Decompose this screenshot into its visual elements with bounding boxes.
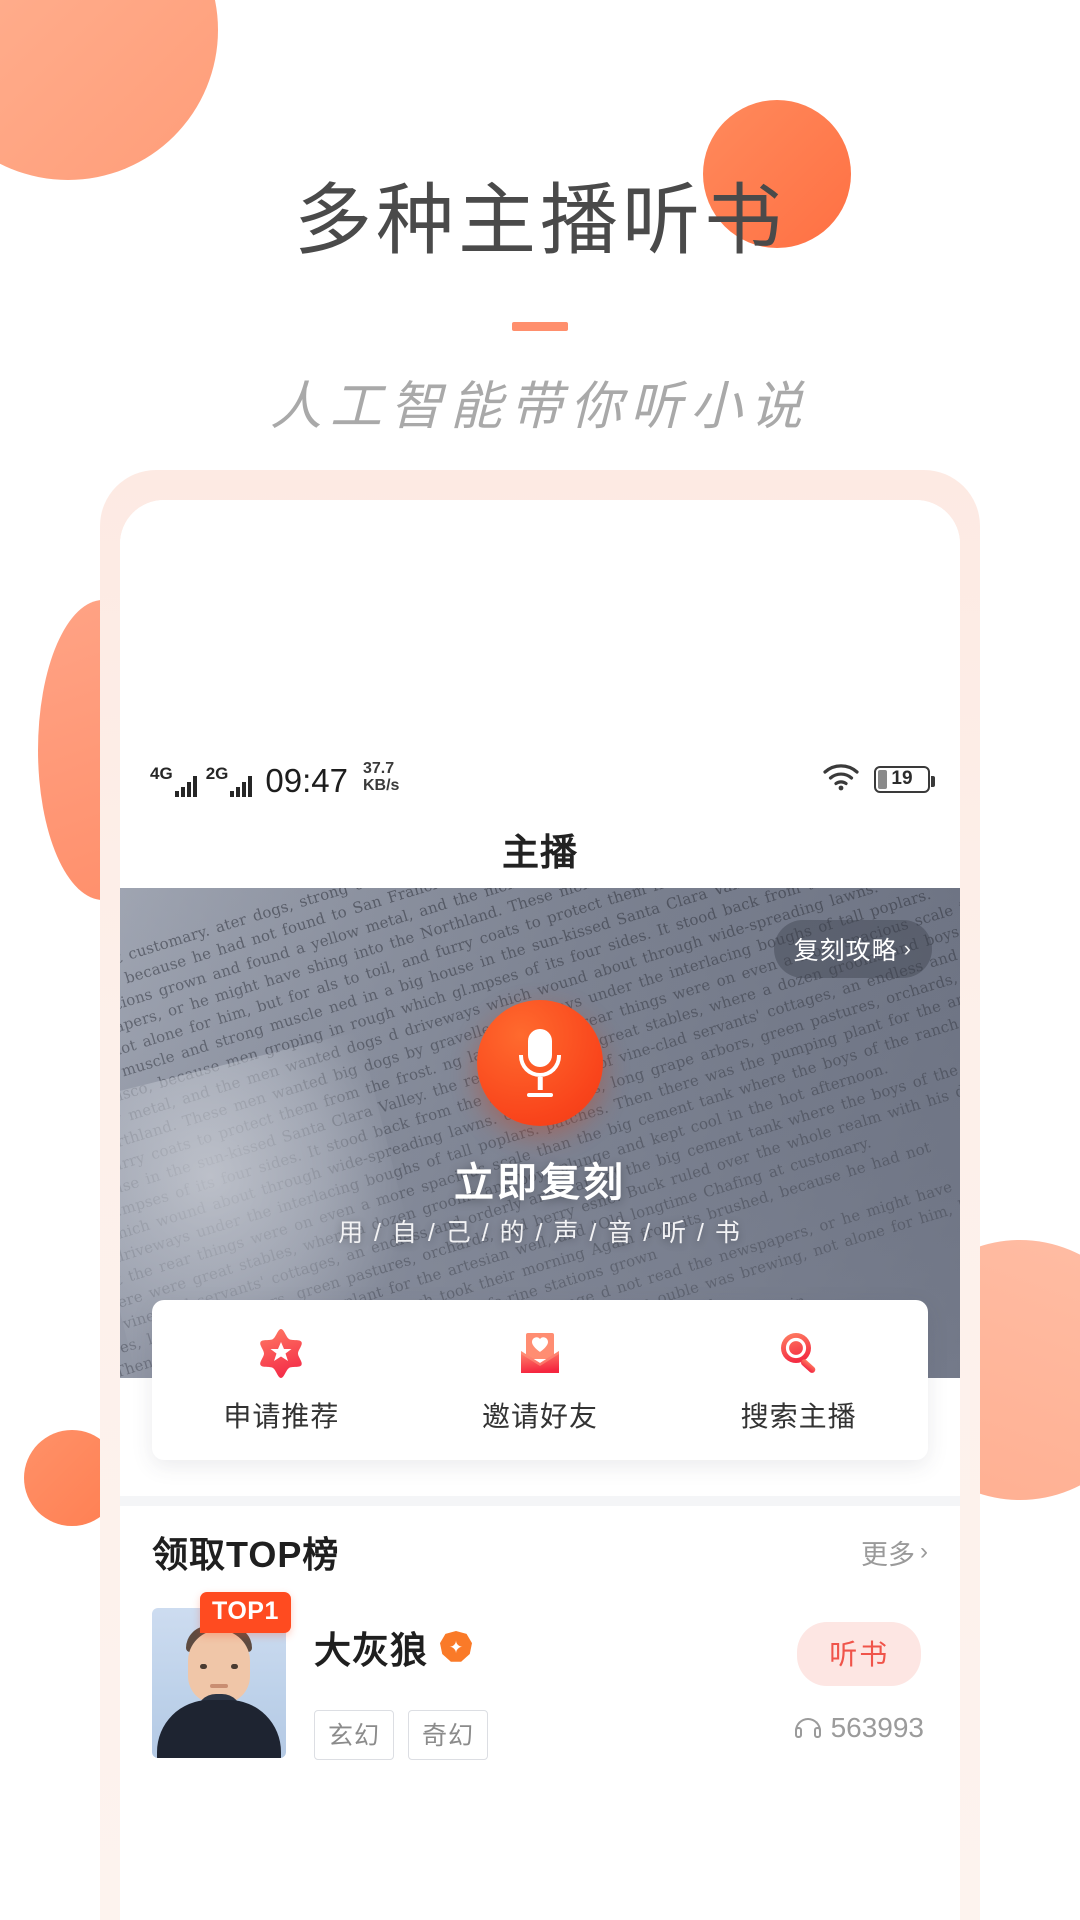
hero-title: 多种主播听书	[293, 176, 786, 264]
chevron-right-icon: ›	[903, 936, 912, 961]
anchor-list-item[interactable]: TOP1 大灰狼 ✦ 玄幻 奇幻 听书 563993	[120, 1592, 960, 1798]
page-title: 主播	[502, 832, 578, 873]
record-voice-button[interactable]	[477, 1000, 603, 1126]
banner-cta-subtitle: 用 / 自 / 己 / 的 / 声 / 音 / 听 / 书	[338, 1219, 742, 1247]
signal-group-1: 4G	[150, 765, 197, 797]
banner-cta-title: 立即复刻	[454, 1161, 626, 1205]
microphone-icon	[513, 1029, 567, 1097]
phone-screen: 4G 2G 09:47 37.7 KB/s 19 主播 复刻攻略 › 立即复刻 …	[120, 500, 960, 1920]
decor-circle-top-left	[0, 0, 218, 180]
anchor-tag: 玄幻	[314, 1710, 395, 1760]
status-bar-left: 4G 2G 09:47 37.7 KB/s	[150, 760, 400, 799]
anchor-actions: 听书 563993	[794, 1608, 928, 1744]
verified-star-badge-icon: ✦	[440, 1631, 472, 1662]
phone-frame: 4G 2G 09:47 37.7 KB/s 19 主播 复刻攻略 › 立即复刻 …	[120, 500, 960, 1920]
headphones-icon	[794, 1718, 821, 1738]
rank-section-header: 领取TOP榜 更多 ›	[120, 1506, 960, 1598]
hero-divider	[512, 322, 568, 331]
guide-button[interactable]: 复刻攻略 ›	[773, 920, 932, 978]
section-divider	[120, 1496, 960, 1506]
listen-count-value: 563993	[830, 1712, 924, 1743]
network-speed-value: 37.7	[362, 760, 395, 778]
star-icon	[253, 1325, 309, 1381]
avatar-wrapper: TOP1	[152, 1592, 291, 1758]
quick-action-label: 申请推荐	[223, 1401, 340, 1432]
anchor-tag: 奇幻	[408, 1710, 489, 1760]
anchor-name-line: 大灰狼 ✦	[314, 1620, 795, 1674]
anchor-info: 大灰狼 ✦ 玄幻 奇幻	[286, 1608, 795, 1760]
quick-action-apply-recommend[interactable]: 申请推荐	[152, 1325, 411, 1435]
quick-action-invite-friends[interactable]: 邀请好友	[411, 1325, 670, 1435]
anchor-name: 大灰狼	[314, 1630, 428, 1671]
network-speed: 37.7 KB/s	[362, 760, 400, 795]
signal-bars-1-icon	[174, 775, 197, 797]
anchor-tags: 玄幻 奇幻	[314, 1710, 795, 1760]
poster-root: 多种主播听书 人工智能带你听小说 4G 2G 09:47 37.7 KB/s 1…	[0, 0, 1080, 1920]
signal-bars-2-icon	[230, 775, 253, 797]
rank-section-title: 领取TOP榜	[152, 1534, 340, 1575]
status-bar: 4G 2G 09:47 37.7 KB/s 19	[120, 748, 960, 810]
rank-more-label: 更多	[861, 1539, 915, 1570]
rank-badge: TOP1	[200, 1592, 291, 1633]
quick-action-label: 搜索主播	[740, 1401, 857, 1432]
battery-fill	[878, 769, 887, 789]
quick-action-search-anchor[interactable]: 搜索主播	[669, 1325, 928, 1435]
network-type-1: 4G	[150, 763, 173, 783]
rank-more-button[interactable]: 更多 ›	[861, 1533, 928, 1572]
guide-button-label: 复刻攻略	[793, 937, 898, 965]
status-bar-right: 19	[822, 763, 935, 796]
wifi-icon	[822, 763, 860, 796]
hero-subtitle: 人工智能带你听小说	[269, 377, 810, 437]
listen-count: 563993	[794, 1712, 924, 1744]
search-magnifier-icon	[771, 1325, 827, 1381]
battery-percent: 19	[891, 768, 913, 789]
signal-group-2: 2G	[206, 765, 253, 797]
envelope-heart-icon	[512, 1325, 568, 1381]
quick-actions-card: 申请推荐 邀请好友 搜索主播	[152, 1300, 928, 1460]
quick-action-label: 邀请好友	[482, 1401, 599, 1432]
app-header: 主播	[120, 810, 960, 888]
network-speed-unit: KB/s	[362, 777, 400, 794]
status-clock: 09:47	[265, 761, 348, 799]
battery-icon: 19	[874, 765, 935, 793]
listen-button[interactable]: 听书	[797, 1622, 922, 1686]
network-type-2: 2G	[205, 763, 229, 783]
chevron-right-icon: ›	[920, 1538, 928, 1565]
